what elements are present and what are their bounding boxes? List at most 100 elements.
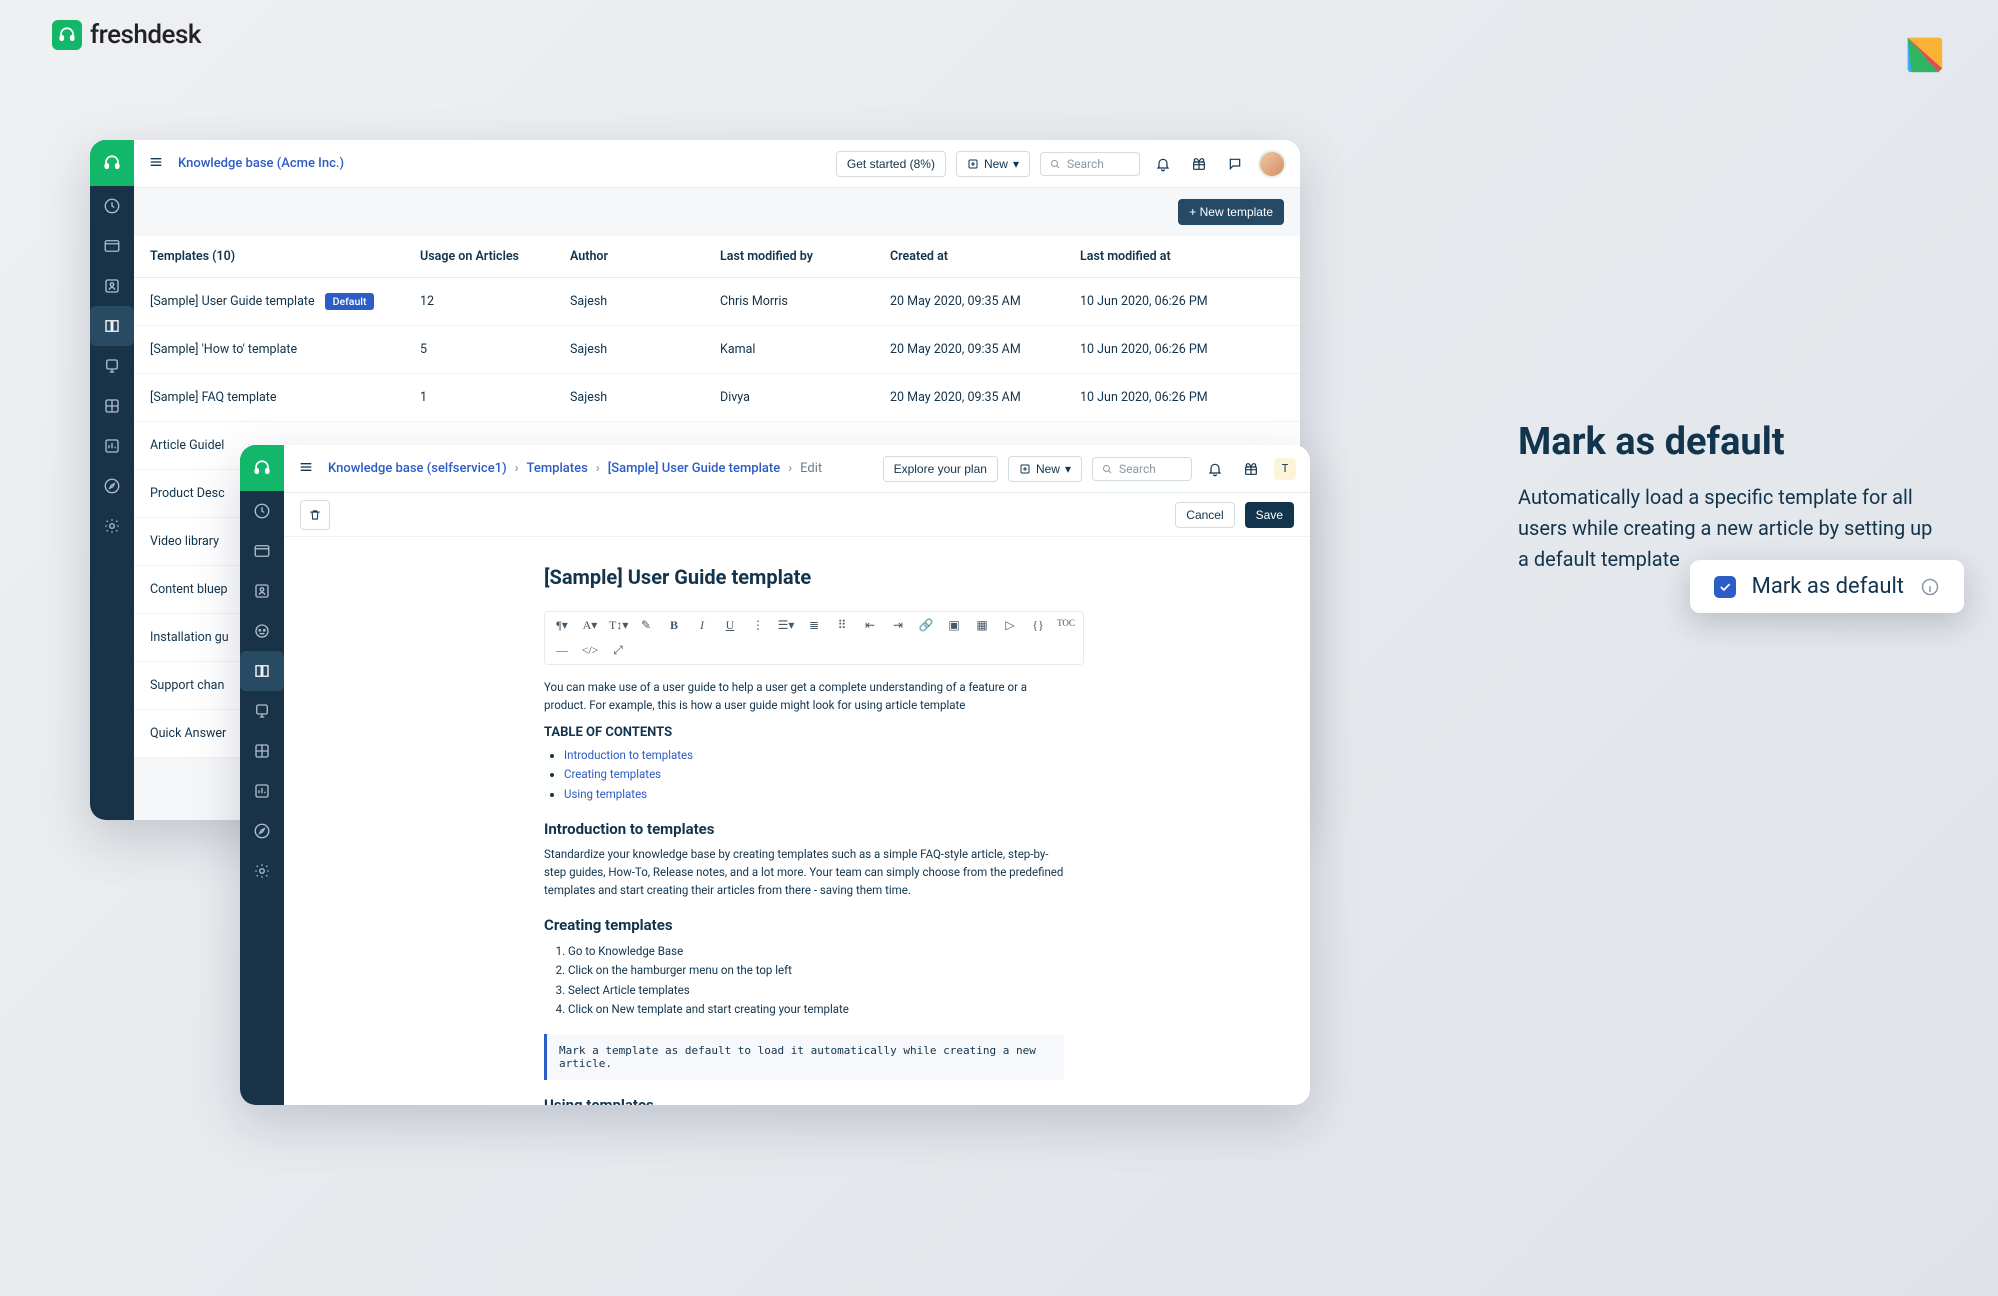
rte-ol-icon[interactable]: ≣	[805, 618, 823, 633]
nav-contacts-icon[interactable]	[240, 571, 284, 611]
p-intro[interactable]: Standardize your knowledge base by creat…	[544, 846, 1064, 899]
template-name: Product Desc	[150, 486, 225, 501]
rte-source-icon[interactable]: </>	[581, 643, 599, 658]
get-started-button[interactable]: Get started (8%)	[836, 151, 946, 177]
template-name: Content bluep	[150, 582, 228, 597]
col-created: Created at	[890, 249, 1080, 264]
headset-icon	[52, 20, 82, 50]
nav-contacts-icon[interactable]	[90, 266, 134, 306]
rte-toc-icon[interactable]: TOC	[1057, 618, 1075, 633]
rte-font-icon[interactable]: A▾	[581, 618, 599, 633]
toc-link[interactable]: Using templates	[564, 787, 647, 801]
new-button[interactable]: New▾	[1008, 456, 1082, 482]
save-button[interactable]: Save	[1245, 502, 1294, 528]
crumb-kb[interactable]: Knowledge base (selfservice1)	[328, 461, 507, 476]
info-icon[interactable]	[1920, 577, 1940, 597]
cell-author: Sajesh	[570, 294, 720, 309]
search-input[interactable]: Search	[1092, 457, 1192, 481]
app-logo-icon	[90, 140, 134, 186]
nav-explore-icon[interactable]	[240, 811, 284, 851]
marketing-title: Mark as default	[1518, 420, 1938, 464]
bell-icon[interactable]	[1150, 151, 1176, 177]
rte-video-icon[interactable]: ▷	[1001, 618, 1019, 633]
breadcrumbs: Knowledge base (selfservice1)› Templates…	[328, 461, 822, 476]
bell-icon[interactable]	[1202, 456, 1228, 482]
table-row[interactable]: [Sample] User Guide templateDefault12Saj…	[134, 278, 1300, 326]
rte-paragraph-icon[interactable]: ¶▾	[553, 618, 571, 633]
app-logo-icon	[240, 445, 284, 491]
cell-created: 20 May 2020, 09:35 AM	[890, 342, 1080, 357]
table-row[interactable]: [Sample] 'How to' template5SajeshKamal20…	[134, 326, 1300, 374]
cell-modified_by: Chris Morris	[720, 294, 890, 309]
cell-created: 20 May 2020, 09:35 AM	[890, 294, 1080, 309]
hamburger-icon[interactable]	[148, 154, 168, 174]
rte-outdent-icon[interactable]: ⇥	[889, 618, 907, 633]
rte-code-icon[interactable]: {}	[1029, 618, 1047, 633]
h-intro: Introduction to templates	[544, 820, 1280, 838]
breadcrumb[interactable]: Knowledge base (Acme Inc.)	[178, 156, 344, 171]
nav-social-icon[interactable]	[90, 346, 134, 386]
explore-plan-button[interactable]: Explore your plan	[883, 456, 998, 482]
rte-image-icon[interactable]: ▣	[945, 618, 963, 633]
rte-size-icon[interactable]: T↕▾	[609, 618, 627, 633]
toc-link[interactable]: Creating templates	[564, 767, 661, 781]
toc-link[interactable]: Introduction to templates	[564, 748, 693, 762]
crumb-template-name[interactable]: [Sample] User Guide template	[608, 461, 781, 476]
nav-automation-icon[interactable]	[240, 731, 284, 771]
delete-button[interactable]	[300, 500, 330, 530]
nav-settings-icon[interactable]	[90, 506, 134, 546]
nav-knowledgebase-icon[interactable]	[240, 651, 284, 691]
rte-expand-icon[interactable]: ⤢	[609, 643, 627, 658]
rte-color-icon[interactable]: ✎	[637, 618, 655, 633]
hamburger-icon[interactable]	[298, 459, 318, 479]
nav-knowledgebase-icon[interactable]	[90, 306, 134, 346]
rte-underline-icon[interactable]: U	[721, 618, 739, 633]
nav-explore-icon[interactable]	[90, 466, 134, 506]
nav-settings-icon[interactable]	[240, 851, 284, 891]
checkbox-checked-icon[interactable]	[1714, 576, 1736, 598]
crumb-templates[interactable]: Templates	[527, 461, 588, 476]
avatar[interactable]	[1258, 150, 1286, 178]
sidebar	[90, 140, 134, 820]
rte-indent-icon[interactable]: ⇤	[861, 618, 879, 633]
rte-italic-icon[interactable]: I	[693, 618, 711, 633]
nav-tickets-icon[interactable]	[90, 226, 134, 266]
nav-bot-icon[interactable]	[240, 611, 284, 651]
template-name: [Sample] 'How to' template	[150, 342, 297, 357]
nav-dashboard-icon[interactable]	[90, 186, 134, 226]
mark-default-pill: Mark as default	[1690, 560, 1964, 613]
template-name: Video library	[150, 534, 219, 549]
search-input[interactable]: Search	[1040, 152, 1140, 176]
cancel-button[interactable]: Cancel	[1175, 502, 1234, 528]
rte-table-icon[interactable]: ▦	[973, 618, 991, 633]
toc-heading: TABLE OF CONTENTS	[544, 725, 1280, 740]
intro-para[interactable]: You can make use of a user guide to help…	[544, 679, 1064, 715]
rte-align-icon[interactable]: ☰▾	[777, 618, 795, 633]
rte-hr-icon[interactable]: —	[553, 643, 571, 658]
cell-modified_by: Divya	[720, 390, 890, 405]
rte-more-icon[interactable]: ⋮	[749, 618, 767, 633]
freshchat-icon[interactable]	[1222, 151, 1248, 177]
rte-bold-icon[interactable]: B	[665, 618, 683, 633]
template-name: Article Guidel	[150, 438, 224, 453]
nav-reports-icon[interactable]	[90, 426, 134, 466]
nav-social-icon[interactable]	[240, 691, 284, 731]
nav-reports-icon[interactable]	[240, 771, 284, 811]
gift-icon[interactable]	[1238, 456, 1264, 482]
rte-link-icon[interactable]: 🔗	[917, 618, 935, 633]
rte-ul-icon[interactable]: ⠿	[833, 618, 851, 633]
new-button[interactable]: New▾	[956, 151, 1030, 177]
nav-automation-icon[interactable]	[90, 386, 134, 426]
table-row[interactable]: [Sample] FAQ template1SajeshDivya20 May …	[134, 374, 1300, 422]
chevron-down-icon: ▾	[1013, 157, 1019, 171]
callout-note: Mark a template as default to load it au…	[544, 1034, 1064, 1080]
rte-toolbar[interactable]: ¶▾ A▾ T↕▾ ✎ B I U ⋮ ☰▾ ≣ ⠿ ⇤ ⇥ 🔗 ▣ ▦ ▷ {…	[544, 611, 1084, 665]
new-template-button[interactable]: + New template	[1178, 199, 1284, 225]
cell-created: 20 May 2020, 09:35 AM	[890, 390, 1080, 405]
trial-badge[interactable]: T	[1274, 458, 1296, 480]
nav-dashboard-icon[interactable]	[240, 491, 284, 531]
gift-icon[interactable]	[1186, 151, 1212, 177]
nav-tickets-icon[interactable]	[240, 531, 284, 571]
template-name: Installation gu	[150, 630, 229, 645]
doc-title[interactable]: [Sample] User Guide template	[544, 565, 1280, 589]
